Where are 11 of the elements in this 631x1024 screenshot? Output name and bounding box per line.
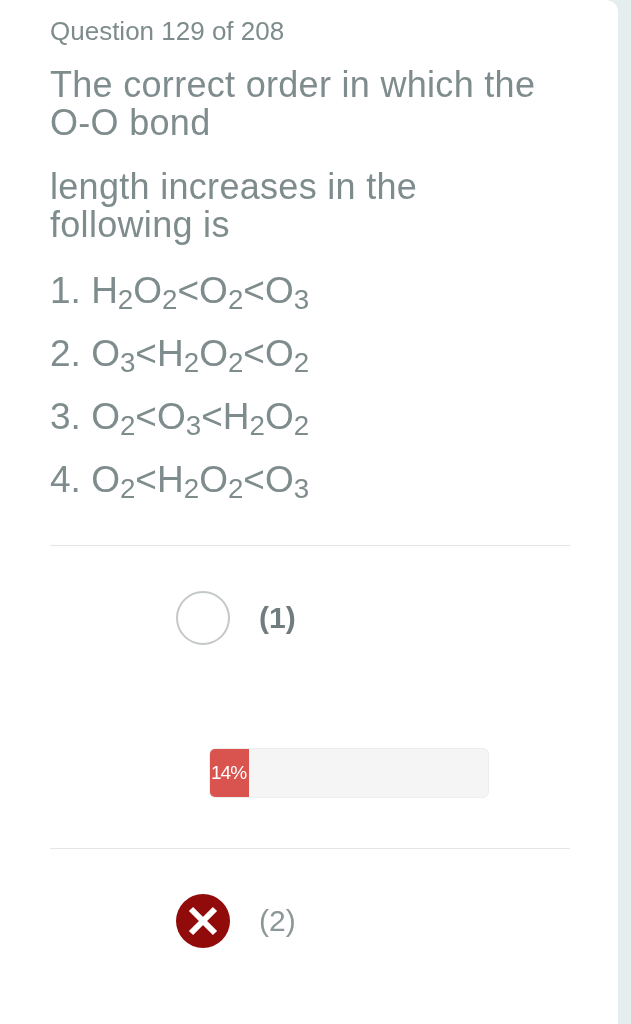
question-text: length increases in the following is (50, 168, 419, 244)
progress-percentage: 14% (210, 761, 247, 785)
choice-text: 1. H$_{2}$O$_{2}$<O$_{2}$<O$_{3}$ (50, 268, 310, 313)
answer-label: (1) (259, 600, 296, 636)
radio-button[interactable] (176, 591, 230, 645)
question-text: The correct order in which the O-O bond (50, 66, 537, 142)
choice-text: 3. O$_{2}$<O$_{3}$<H$_{2}$O$_{2}$ (50, 394, 310, 439)
answer-label: (2) (259, 903, 296, 939)
question-counter: Question 129 of 208 (50, 15, 285, 47)
choice-text: 4. O$_{2}$<H$_{2}$O$_{2}$<O$_{3}$ (50, 457, 310, 502)
choice-text: 2. O$_{3}$<H$_{2}$O$_{2}$<O$_{2}$ (50, 331, 310, 376)
